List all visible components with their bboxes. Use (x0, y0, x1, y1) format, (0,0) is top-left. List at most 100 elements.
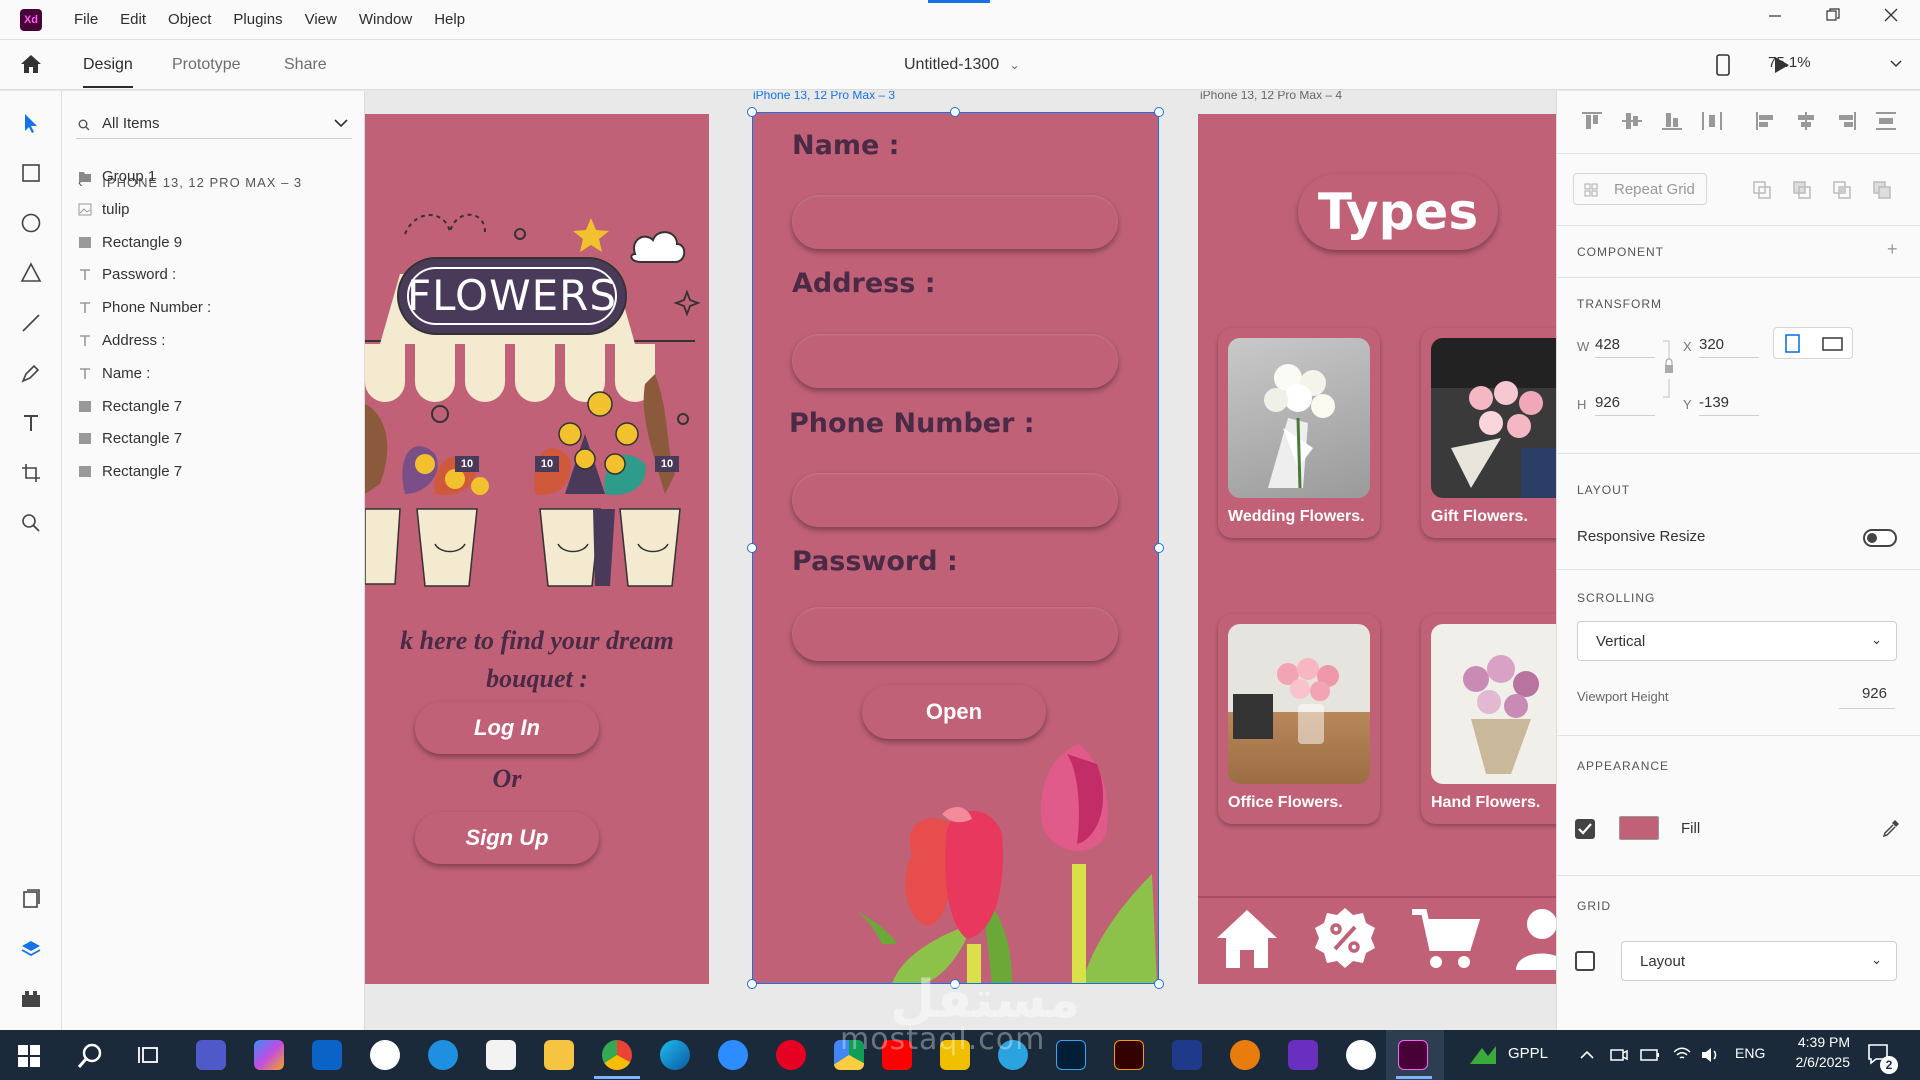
document-title[interactable]: Untitled-1300 ⌄ (904, 56, 1020, 74)
x-input[interactable]: 320 (1699, 336, 1759, 358)
battery-icon[interactable] (1640, 1048, 1660, 1062)
fill-checkbox[interactable] (1575, 819, 1595, 839)
menu-window[interactable]: Window (359, 0, 412, 40)
resize-handle[interactable] (747, 543, 757, 553)
device-preview-icon[interactable] (1716, 54, 1730, 76)
category-card[interactable]: Gift Flowers. (1421, 328, 1556, 538)
tab-prototype[interactable]: Prototype (172, 56, 240, 74)
canvas[interactable]: FLOWERS 10 10 10 k here to find your dre… (365, 91, 1556, 1030)
line-tool-icon[interactable] (19, 311, 43, 335)
store-icon[interactable] (486, 1040, 516, 1070)
chrome-icon[interactable] (602, 1040, 632, 1070)
close-icon[interactable] (1884, 8, 1898, 27)
pinterest-icon[interactable] (776, 1040, 806, 1070)
responsive-resize-toggle[interactable] (1863, 529, 1897, 547)
polygon-tool-icon[interactable] (19, 261, 43, 285)
resize-handle[interactable] (1154, 107, 1164, 117)
portrait-icon[interactable] (1784, 334, 1802, 354)
edge-icon[interactable] (660, 1040, 690, 1070)
resize-handle[interactable] (950, 107, 960, 117)
lock-aspect-icon[interactable] (1661, 339, 1675, 399)
matlab-icon[interactable] (1288, 1040, 1318, 1070)
tab-share[interactable]: Share (284, 56, 327, 74)
folder-icon[interactable] (544, 1040, 574, 1070)
category-card[interactable]: Office Flowers. (1218, 614, 1380, 824)
landscape-icon[interactable] (1822, 336, 1844, 352)
outlook-icon[interactable] (312, 1040, 342, 1070)
artboard-tool-icon[interactable] (19, 461, 43, 485)
chevron-up-icon[interactable] (1580, 1050, 1594, 1060)
search-icon[interactable] (76, 1042, 104, 1070)
windows-start-icon[interactable] (18, 1045, 40, 1067)
pen-tool-icon[interactable] (19, 361, 43, 385)
zoom-tool-icon[interactable] (19, 511, 43, 535)
rectangle-tool-icon[interactable] (19, 161, 43, 185)
task-view-icon[interactable] (136, 1044, 160, 1066)
category-card[interactable]: Wedding Flowers. (1218, 328, 1380, 538)
artboard-login[interactable]: FLOWERS 10 10 10 k here to find your dre… (365, 114, 709, 984)
signup-button[interactable]: Sign Up (415, 812, 599, 864)
chevron-down-icon[interactable] (1890, 60, 1902, 68)
volume-icon[interactable] (1700, 1046, 1720, 1064)
gppl-icon[interactable] (1468, 1044, 1498, 1066)
vs-icon[interactable] (1172, 1040, 1202, 1070)
artboard-label[interactable]: iPhone 13, 12 Pro Max – 4 (1200, 91, 1342, 102)
align-middle-icon[interactable] (1621, 111, 1643, 131)
resize-handle[interactable] (747, 979, 757, 989)
align-bottom-icon[interactable] (1661, 111, 1683, 131)
boolean-subtract-icon[interactable] (1793, 181, 1811, 199)
zoom-icon[interactable] (718, 1040, 748, 1070)
height-input[interactable]: 926 (1595, 394, 1655, 416)
distribute-vertical-icon[interactable] (1875, 111, 1897, 131)
menu-edit[interactable]: Edit (120, 0, 146, 40)
boolean-intersect-icon[interactable] (1833, 181, 1851, 199)
blender-icon[interactable] (1230, 1040, 1260, 1070)
minimize-icon[interactable] (1768, 8, 1782, 27)
profile-icon[interactable] (1512, 906, 1556, 972)
viewport-height-input[interactable]: 926 (1839, 685, 1895, 709)
assets-icon[interactable] (19, 887, 43, 911)
resize-handle[interactable] (747, 107, 757, 117)
category-card[interactable]: Hand Flowers. (1421, 614, 1556, 824)
boolean-add-icon[interactable] (1753, 181, 1771, 199)
copilot-icon[interactable] (254, 1040, 284, 1070)
artboard-label[interactable]: iPhone 13, 12 Pro Max – 3 (753, 91, 895, 102)
text-tool-icon[interactable] (19, 411, 43, 435)
xd-icon[interactable] (1398, 1040, 1428, 1070)
grid-type-select[interactable]: Layout ⌄ (1621, 941, 1897, 981)
clock[interactable]: 4:39 PM 2/6/2025 (1780, 1034, 1851, 1070)
home-icon[interactable] (20, 54, 42, 74)
menu-file[interactable]: File (74, 0, 98, 40)
restore-icon[interactable] (1826, 8, 1840, 27)
plugins-icon[interactable] (19, 987, 43, 1011)
browser-icon[interactable] (428, 1040, 458, 1070)
cart-icon[interactable] (1410, 906, 1480, 972)
menu-view[interactable]: View (305, 0, 337, 40)
home-icon[interactable] (1214, 906, 1280, 972)
teams-icon[interactable] (196, 1040, 226, 1070)
tab-design[interactable]: Design (83, 56, 133, 88)
add-component-icon[interactable]: + (1887, 239, 1898, 260)
artboard-types[interactable]: Types Wedding Flowers. Gift Flowers. Off… (1198, 114, 1556, 984)
eyedropper-icon[interactable] (1881, 818, 1901, 838)
resize-handle[interactable] (1154, 979, 1164, 989)
discount-icon[interactable] (1312, 906, 1378, 972)
wifi-icon[interactable] (1672, 1045, 1692, 1063)
select-tool-icon[interactable] (19, 111, 43, 135)
illustrator-icon[interactable] (1114, 1040, 1144, 1070)
chatgpt-icon[interactable] (1346, 1040, 1376, 1070)
grid-checkbox[interactable] (1575, 951, 1595, 971)
align-top-icon[interactable] (1581, 111, 1603, 131)
align-right-icon[interactable] (1835, 111, 1857, 131)
zoom-level[interactable]: 75.1% (1768, 54, 1811, 71)
distribute-horizontal-icon[interactable] (1701, 111, 1723, 131)
layers-icon[interactable] (19, 937, 43, 961)
fill-swatch[interactable] (1619, 816, 1659, 840)
menu-plugins[interactable]: Plugins (233, 0, 282, 40)
width-input[interactable]: 428 (1595, 336, 1655, 358)
menu-object[interactable]: Object (168, 0, 211, 40)
menu-help[interactable]: Help (434, 0, 465, 40)
gppl-label[interactable]: GPPL (1508, 1045, 1548, 1062)
resize-handle[interactable] (1154, 543, 1164, 553)
boolean-exclude-icon[interactable] (1873, 181, 1891, 199)
